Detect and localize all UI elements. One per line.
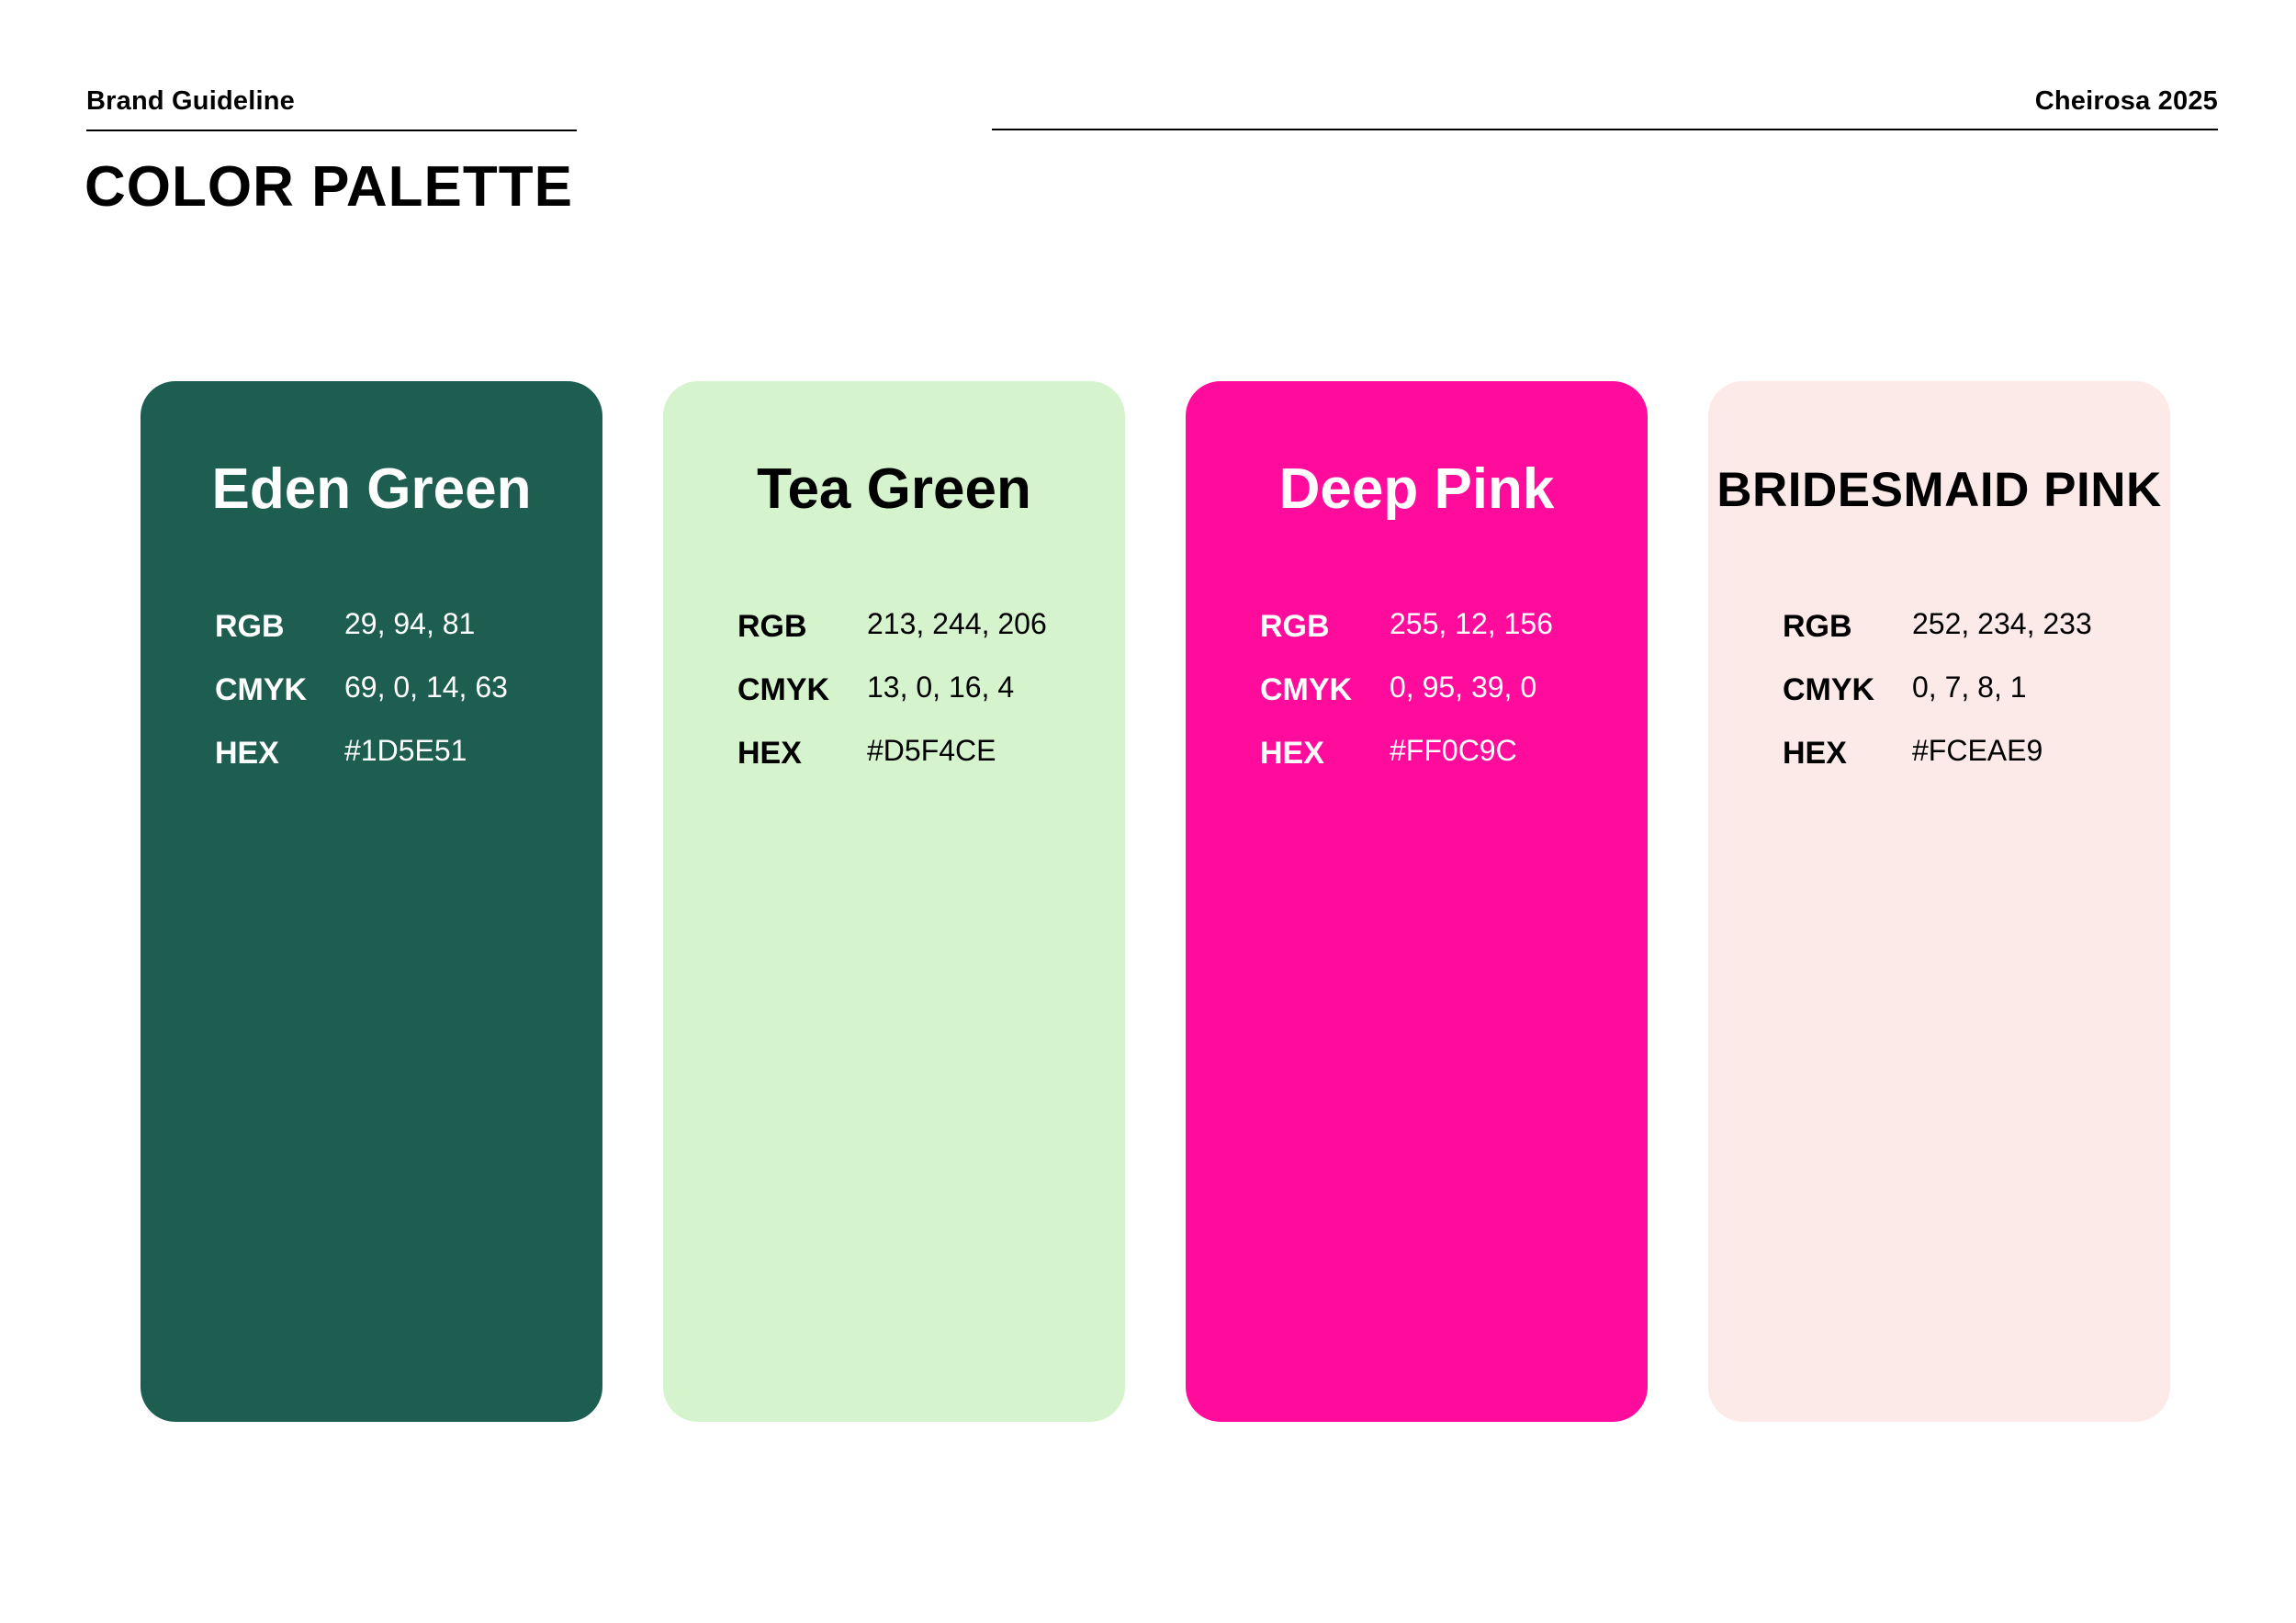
spec-row-cmyk: CMYK 0, 7, 8, 1 (1783, 671, 2150, 718)
spec-label-rgb: RGB (1260, 609, 1330, 644)
spec-value-cmyk: 69, 0, 14, 63 (344, 671, 508, 704)
document-year-label: Cheirosa 2025 (2034, 86, 2218, 116)
spec-row-rgb: RGB 252, 234, 233 (1783, 607, 2150, 655)
spec-value-rgb: 29, 94, 81 (344, 607, 476, 640)
swatch-card-bridesmaid-pink: BRIDESMAID PINK RGB 252, 234, 233 CMYK 0… (1708, 381, 2170, 1422)
swatch-card-eden-green: Eden Green RGB 29, 94, 81 CMYK 69, 0, 14… (141, 381, 602, 1422)
spec-row-cmyk: CMYK 0, 95, 39, 0 (1260, 671, 1627, 718)
spec-row-hex: HEX #D5F4CE (737, 734, 1105, 782)
spec-value-rgb: 255, 12, 156 (1390, 607, 1553, 640)
spec-row-rgb: RGB 255, 12, 156 (1260, 607, 1627, 655)
page-title: COLOR PALETTE (84, 155, 573, 219)
spec-value-cmyk: 13, 0, 16, 4 (867, 671, 1015, 704)
spec-label-cmyk: CMYK (215, 672, 308, 707)
spec-label-rgb: RGB (215, 609, 285, 644)
spec-label-rgb: RGB (1783, 609, 1852, 644)
spec-value-hex: #D5F4CE (867, 734, 996, 767)
spec-label-cmyk: CMYK (1783, 672, 1875, 707)
swatch-name: Eden Green (211, 457, 532, 521)
spec-label-hex: HEX (215, 736, 279, 771)
spec-label-hex: HEX (1783, 736, 1847, 771)
spec-label-hex: HEX (737, 736, 802, 771)
spec-row-hex: HEX #FCEAE9 (1783, 734, 2150, 782)
spec-value-hex: #1D5E51 (344, 734, 467, 767)
swatch-card-tea-green: Tea Green RGB 213, 244, 206 CMYK 13, 0, … (663, 381, 1125, 1422)
swatch-name: Tea Green (757, 457, 1031, 521)
swatch-card-deep-pink: Deep Pink RGB 255, 12, 156 CMYK 0, 95, 3… (1186, 381, 1648, 1422)
brand-guideline-label: Brand Guideline (86, 86, 295, 116)
spec-value-rgb: 252, 234, 233 (1912, 607, 2092, 640)
spec-row-cmyk: CMYK 69, 0, 14, 63 (215, 671, 582, 718)
spec-label-cmyk: CMYK (737, 672, 830, 707)
spec-row-hex: HEX #1D5E51 (215, 734, 582, 782)
spec-row-rgb: RGB 213, 244, 206 (737, 607, 1105, 655)
spec-value-cmyk: 0, 7, 8, 1 (1912, 671, 2027, 704)
spec-value-hex: #FF0C9C (1390, 734, 1517, 767)
spec-value-hex: #FCEAE9 (1912, 734, 2043, 767)
swatch-name: BRIDESMAID PINK (1716, 463, 2162, 517)
header-divider-right (992, 129, 2218, 130)
spec-label-cmyk: CMYK (1260, 672, 1353, 707)
spec-label-rgb: RGB (737, 609, 807, 644)
spec-row-hex: HEX #FF0C9C (1260, 734, 1627, 782)
spec-row-cmyk: CMYK 13, 0, 16, 4 (737, 671, 1105, 718)
spec-value-rgb: 213, 244, 206 (867, 607, 1047, 640)
swatch-name: Deep Pink (1278, 457, 1555, 521)
spec-row-rgb: RGB 29, 94, 81 (215, 607, 582, 655)
header-divider-left (86, 130, 577, 131)
spec-label-hex: HEX (1260, 736, 1324, 771)
spec-value-cmyk: 0, 95, 39, 0 (1390, 671, 1537, 704)
color-swatch-grid: Eden Green RGB 29, 94, 81 CMYK 69, 0, 14… (141, 381, 2170, 1422)
